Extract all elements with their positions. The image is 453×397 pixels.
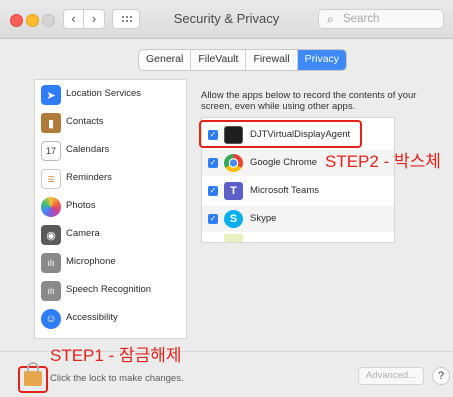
teams-icon: T bbox=[224, 182, 243, 200]
privacy-category-list: ➤ Location Services ▮ Contacts 17 Calend… bbox=[34, 79, 187, 339]
lock-message: Click the lock to make changes. bbox=[50, 373, 184, 384]
sidebar-item-reminders[interactable]: ☰ Reminders bbox=[35, 166, 186, 194]
tab-bar: General FileVault Firewall Privacy bbox=[138, 49, 348, 71]
screen-recording-description: Allow the apps below to record the conte… bbox=[201, 90, 417, 112]
sidebar-item-label: Accessibility bbox=[66, 312, 118, 323]
app-checkbox[interactable]: ✓ bbox=[208, 158, 218, 168]
tab-privacy[interactable]: Privacy bbox=[297, 50, 347, 70]
chrome-icon bbox=[224, 154, 243, 172]
app-row-partial bbox=[202, 234, 394, 242]
sidebar-item-accessibility[interactable]: ☺ Accessibility bbox=[35, 306, 186, 334]
calendar-icon: 17 bbox=[41, 141, 61, 161]
sidebar-item-calendars[interactable]: 17 Calendars bbox=[35, 138, 186, 166]
sidebar-item-label: Contacts bbox=[66, 116, 104, 127]
app-checkbox[interactable]: ✓ bbox=[208, 186, 218, 196]
sidebar-item-label: Calendars bbox=[66, 144, 110, 155]
sidebar-item-label: Location Services bbox=[66, 88, 141, 99]
sidebar-item-label: Camera bbox=[66, 228, 100, 239]
advanced-button[interactable]: Advanced... bbox=[358, 367, 424, 385]
step2-annotation: STEP2 - 박스체 bbox=[325, 152, 441, 171]
step2-highlight-box bbox=[199, 120, 362, 148]
app-row-microsoft-teams[interactable]: ✓ T Microsoft Teams bbox=[202, 178, 394, 204]
location-arrow-icon: ➤ bbox=[41, 85, 61, 105]
step1-annotation: STEP1 - 잠금해제 bbox=[50, 346, 182, 365]
title-bar: ‹ › Security & Privacy ⌕ Search bbox=[0, 0, 453, 39]
reminders-list-icon: ☰ bbox=[41, 169, 61, 189]
sidebar-item-camera[interactable]: ◉ Camera bbox=[35, 222, 186, 250]
tab-firewall[interactable]: Firewall bbox=[246, 50, 298, 70]
search-placeholder: Search bbox=[343, 13, 380, 25]
skype-icon: S bbox=[224, 210, 243, 228]
app-icon-partial bbox=[224, 234, 243, 242]
camera-icon: ◉ bbox=[41, 225, 61, 245]
photos-flower-icon bbox=[41, 197, 61, 217]
search-field[interactable]: ⌕ Search bbox=[318, 9, 444, 29]
sidebar-item-microphone[interactable]: ılı Microphone bbox=[35, 250, 186, 278]
microphone-waveform-icon: ılı bbox=[41, 253, 61, 273]
tab-filevault[interactable]: FileVault bbox=[191, 50, 247, 70]
app-label: Google Chrome bbox=[250, 157, 318, 168]
sidebar-item-label: Speech Recognition bbox=[66, 284, 152, 295]
sidebar-item-label: Photos bbox=[66, 200, 96, 211]
contacts-book-icon: ▮ bbox=[41, 113, 61, 133]
app-row-skype[interactable]: ✓ S Skype bbox=[202, 206, 394, 232]
app-label: Microsoft Teams bbox=[250, 185, 319, 196]
sidebar-item-photos[interactable]: Photos bbox=[35, 194, 186, 222]
sidebar-item-speech-recognition[interactable]: ılı Speech Recognition bbox=[35, 278, 186, 306]
sidebar-item-location-services[interactable]: ➤ Location Services bbox=[35, 82, 186, 110]
help-button[interactable]: ? bbox=[432, 367, 450, 385]
app-label: Skype bbox=[250, 213, 277, 224]
magnifier-icon: ⌕ bbox=[327, 12, 334, 26]
app-checkbox[interactable]: ✓ bbox=[208, 214, 218, 224]
lock-icon[interactable] bbox=[24, 362, 42, 386]
speech-waveform-icon: ılı bbox=[41, 281, 61, 301]
security-privacy-window: ‹ › Security & Privacy ⌕ Search General … bbox=[0, 0, 453, 397]
sidebar-item-label: Microphone bbox=[66, 256, 116, 267]
sidebar-item-label: Reminders bbox=[66, 172, 112, 183]
sidebar-item-contacts[interactable]: ▮ Contacts bbox=[35, 110, 186, 138]
tab-general[interactable]: General bbox=[139, 50, 192, 70]
accessibility-person-icon: ☺ bbox=[41, 309, 61, 329]
